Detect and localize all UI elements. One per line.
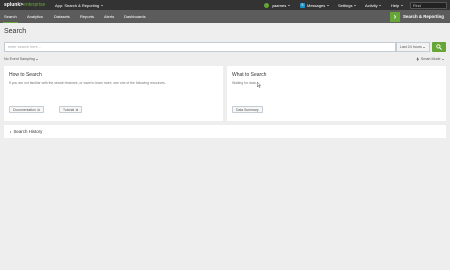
caret-down-icon [100,4,103,6]
app-title: › Search & Reporting [390,10,450,23]
what-to-search-title: What to Search [232,72,267,78]
caret-down-icon [353,4,356,6]
external-link-icon: ⧉ [75,107,79,112]
app-bar: Search Analytics Datasets Reports Alerts… [0,10,450,23]
page-title: Search [4,28,27,35]
lightning-icon [416,57,420,62]
settings-label: Settings [338,2,353,8]
event-sampling-label: No Event Sampling [4,57,35,61]
help-menu[interactable]: Help [391,0,403,10]
nav-analytics[interactable]: Analytics [27,10,43,23]
caret-down-icon [442,58,444,60]
activity-menu[interactable]: Activity [365,0,382,10]
caret-down-icon [36,58,39,60]
search-placeholder: enter search here... [8,45,41,49]
find-input[interactable]: Find [410,1,447,9]
find-placeholder: Find [413,2,421,8]
chevron-right-icon [10,130,11,133]
time-range-picker[interactable]: Last 24 hours [396,42,430,52]
external-link-icon: ⧉ [37,107,40,112]
messages-menu[interactable]: 5 Messages [300,0,329,10]
tutorial-button[interactable]: Tutorial ⧉ [59,106,83,113]
event-sampling-dropdown[interactable]: No Event Sampling [4,57,39,61]
mouse-pointer-icon [257,82,261,88]
data-summary-button[interactable]: Data Summary [232,106,263,113]
how-to-search-title: How to Search [9,72,42,78]
help-label: Help [391,2,400,8]
how-to-search-panel: How to Search If you are not familiar wi… [4,66,223,121]
search-mode-dropdown[interactable]: Smart Mode [416,57,444,62]
messages-label: Messages [307,2,326,8]
caret-down-icon [287,4,290,6]
how-to-search-description: If you are not familiar with the search … [9,81,166,85]
documentation-label: Documentation [13,107,36,112]
tutorial-label: Tutorial [63,107,75,112]
nav-reports[interactable]: Reports [80,10,94,23]
messages-count-badge: 5 [300,2,305,8]
app-menu-label: App: Search & Reporting [55,2,100,8]
nav-alerts[interactable]: Alerts [104,10,114,23]
user-status-icon [264,2,269,8]
caret-down-icon [423,46,426,48]
search-mode-label: Smart Mode [420,57,441,62]
activity-label: Activity [365,2,378,8]
app-arrow-icon: › [390,11,400,22]
data-summary-label: Data Summary [236,107,259,112]
user-menu[interactable]: yaarnes [264,0,290,10]
top-bar: splunk> enterprise App: Search & Reportin… [0,0,450,10]
app-menu[interactable]: App: Search & Reporting [55,0,103,10]
nav-datasets[interactable]: Datasets [54,10,70,23]
search-history-label: Search History [13,129,43,134]
search-history-toggle[interactable]: Search History [4,125,446,138]
documentation-button[interactable]: Documentation ⧉ [9,106,44,113]
settings-menu[interactable]: Settings [338,0,356,10]
caret-down-icon [379,4,382,6]
caret-down-icon [400,4,403,6]
caret-down-icon [326,4,329,6]
user-name: yaarnes [272,2,287,8]
splunk-logo[interactable]: splunk> enterprise [4,0,45,10]
what-to-search-description: Waiting for data... [232,81,259,85]
logo-main: splunk> [4,2,24,8]
what-to-search-panel: What to Search Waiting for data... Data … [227,66,446,121]
search-button[interactable] [432,42,446,52]
search-input[interactable]: enter search here... [4,42,396,52]
search-icon [436,44,442,50]
logo-suffix: enterprise [23,2,46,8]
nav-search[interactable]: Search [3,10,18,23]
nav-dashboards[interactable]: Dashboards [124,10,146,23]
time-range-label: Last 24 hours [400,45,422,49]
app-title-label: Search & Reporting [403,14,444,19]
